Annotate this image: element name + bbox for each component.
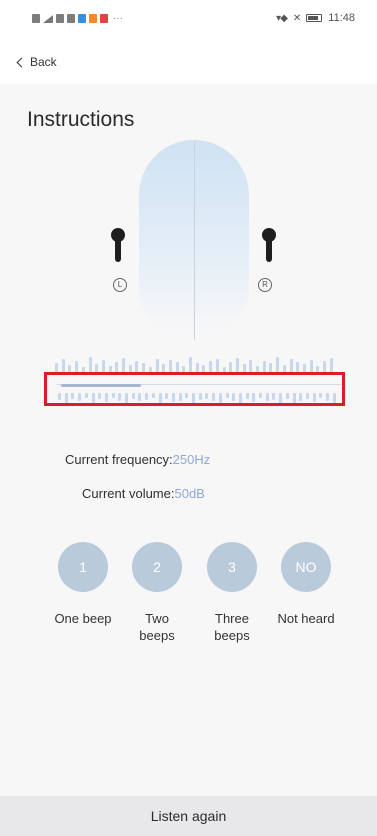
waveform-bar: [235, 358, 239, 373]
center-divider: [194, 140, 195, 340]
waveform-bar: [329, 358, 333, 373]
option-2-button[interactable]: 2: [132, 542, 182, 592]
network-status-icon: ▾◆: [276, 12, 288, 24]
mute-icon: ✕: [292, 12, 301, 24]
notification-icon: [67, 14, 75, 23]
sim-icon: [32, 14, 40, 23]
option-2-label: Two beeps: [139, 611, 175, 643]
waveform-bar: [289, 359, 293, 373]
right-ear-label: R: [258, 278, 272, 292]
option-1-button[interactable]: 1: [58, 542, 108, 592]
frequency-value: 250Hz: [172, 452, 211, 467]
listen-again-button[interactable]: Listen again: [0, 796, 377, 836]
chevron-left-icon: [16, 57, 27, 67]
volume-info: Current volume:50dB: [82, 486, 205, 501]
frequency-info: Current frequency:250Hz: [65, 452, 210, 467]
nav-bar: Back: [0, 44, 377, 84]
highlight-box: [44, 372, 345, 406]
status-time: 11:48: [328, 12, 355, 24]
app-icon-blue: [78, 14, 86, 23]
waveform-bar: [88, 357, 92, 373]
volume-label: Current volume:: [82, 486, 175, 501]
app-icon-orange: [89, 14, 97, 23]
back-label: Back: [30, 55, 57, 69]
waveform-bar: [122, 358, 125, 373]
waveform-bar: [155, 359, 159, 373]
status-right-icons: ▾◆ ✕ 11:48: [276, 12, 355, 24]
page-title: Instructions: [27, 108, 135, 131]
option-no-label: Not heard: [277, 611, 335, 626]
signal-icon: [43, 14, 53, 23]
volume-value: 50dB: [174, 486, 205, 501]
status-bar: ··· ▾◆ ✕ 11:48: [0, 0, 377, 44]
status-left-icons: ···: [32, 13, 123, 24]
frequency-label: Current frequency:: [65, 452, 173, 467]
option-3-button[interactable]: 3: [207, 542, 257, 592]
waveform-bar: [189, 357, 192, 373]
left-earbud-icon: [111, 228, 125, 264]
back-button[interactable]: Back: [16, 55, 57, 69]
right-earbud-icon: [262, 228, 276, 264]
waveform-bar: [215, 359, 219, 373]
option-3-label: Three beeps: [214, 611, 250, 643]
wifi-icon: [56, 14, 64, 23]
app-icon-red: [100, 14, 108, 23]
content-area: Instructions L R Current frequency:250Hz…: [0, 84, 377, 836]
option-1-label: One beep: [54, 611, 112, 626]
waveform-bar: [276, 357, 280, 373]
waveform-bar: [61, 359, 65, 373]
more-dots: ···: [113, 13, 123, 24]
option-no-button[interactable]: NO: [281, 542, 331, 592]
battery-icon: [306, 14, 323, 22]
left-ear-label: L: [113, 278, 127, 292]
